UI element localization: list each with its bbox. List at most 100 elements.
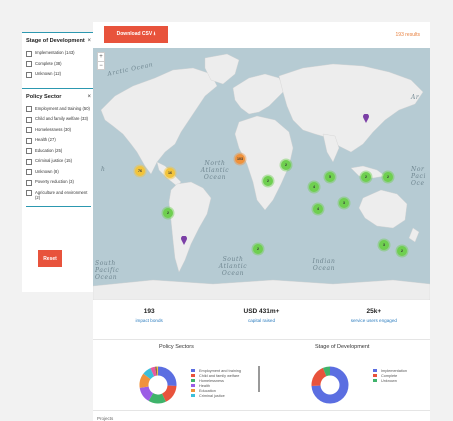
ocean-label: South Pacific Ocean [95,260,120,281]
donut-slice-unknown[interactable] [322,366,331,377]
close-icon[interactable]: × [87,93,91,102]
map-cluster[interactable]: 2 [163,208,173,218]
checkbox[interactable] [26,106,32,112]
map-cluster[interactable]: 2 [361,172,371,182]
stat-value: 25k+ [366,308,382,315]
sector-option-criminal-justice[interactable]: Criminal justice (15) [26,158,91,165]
sector-option-child-family[interactable]: Child and family welfare (33) [26,116,91,123]
stat-service-users: 25k+ service users engaged [318,302,430,339]
legend-scrollbar[interactable] [258,366,260,392]
map-cluster[interactable]: 2 [397,246,407,256]
donut-slice-employment-and-training[interactable] [157,366,177,387]
checkbox[interactable] [26,61,32,67]
sector-option-employment[interactable]: Employment and training (50) [26,105,91,112]
stat-label: capital raised [247,318,276,323]
map-cluster[interactable]: 16 [165,168,175,178]
checkbox[interactable] [26,190,32,196]
option-label: Unknown (12) [35,71,62,76]
ocean-label: North Atlantic Ocean [200,160,230,181]
donut-slice-health[interactable] [139,385,154,401]
stat-impact-bonds: 193 impact bonds [93,302,205,339]
legend-label: Complete [381,373,398,378]
option-label: Child and family welfare (33) [35,116,89,121]
sector-filter-title: Policy Sector [26,93,62,100]
map-cluster[interactable]: 3 [339,198,349,208]
map-cluster[interactable]: 5 [325,172,335,182]
reset-button[interactable]: Reset [38,250,62,267]
legend-swatch [191,389,195,392]
projects-label: Projects [97,416,114,421]
sector-option-education[interactable]: Education (25) [26,147,91,154]
legend-swatch [373,374,377,377]
map-cluster[interactable]: 103 [235,154,245,164]
donut-slice-education[interactable] [139,373,151,388]
legend-item: Criminal justice [191,393,241,398]
land-north-america [100,67,218,175]
land-asia [278,63,424,153]
main-panel: Download CSV ⭳ 193 results + − Arctic Oc… [93,22,430,421]
sector-option-poverty[interactable]: Poverty reduction (3) [26,179,91,186]
legend-label: Health [199,383,210,388]
checkbox[interactable] [26,127,32,133]
checkbox[interactable] [26,158,32,165]
stage-donut-chart[interactable] [309,364,351,406]
land-europe [232,73,286,115]
map-cluster[interactable]: 2 [263,176,273,186]
option-label: Health (27) [35,137,56,142]
stat-value: USD 431m+ [243,308,280,315]
donut-slice-unknown[interactable] [150,366,157,377]
close-icon[interactable]: × [87,37,91,46]
donut-slice-homelessness[interactable] [148,392,166,404]
map-cluster[interactable]: 76 [135,166,145,176]
option-label: Education (25) [35,147,63,153]
checkbox[interactable] [26,169,32,175]
checkbox[interactable] [26,71,32,78]
map-pin-icon[interactable] [181,236,187,245]
map-cluster[interactable]: 2 [383,172,393,182]
donut-slice-child-and-family-welfare[interactable] [161,385,177,402]
legend-label: Criminal justice [199,393,225,398]
option-label: Homelessness (30) [35,126,72,132]
land-australia [358,189,408,229]
divider [26,205,91,207]
charts-row: Policy Sectors Employment and training C… [93,342,430,412]
stage-option-implementation[interactable]: Implementation (143) [26,50,91,57]
stat-capital-raised: USD 431m+ capital raised [205,302,317,339]
stage-chart-title: Stage of Development [315,344,370,350]
sector-option-health[interactable]: Health (27) [26,137,91,144]
map-cluster[interactable]: 2 [253,244,263,254]
legend-label: Unknown [381,378,397,383]
checkbox[interactable] [26,50,32,57]
projects-section: Projects [93,410,430,421]
stage-legend: Implementation Complete Unknown [373,368,407,383]
policy-legend: Employment and training Child and family… [191,368,241,398]
sector-option-agriculture[interactable]: Agriculture and environment (2) [26,190,91,200]
stage-option-complete[interactable]: Complete (38) [26,61,91,67]
stage-filter-title: Stage of Development [26,38,85,44]
checkbox[interactable] [26,148,32,154]
world-map[interactable]: + − Arctic Ocean Ar North Atlantic Ocean… [93,48,430,300]
option-label: Agriculture and environment (2) [35,189,88,200]
zoom-out-button[interactable]: − [98,61,104,69]
download-csv-button[interactable]: Download CSV ⭳ [104,26,168,43]
checkbox[interactable] [26,179,32,186]
donut-slice-criminal-justice[interactable] [143,368,155,380]
map-cluster[interactable]: 4 [309,182,319,192]
map-cluster[interactable]: 2 [281,160,291,170]
sector-option-homelessness[interactable]: Homelessness (30) [26,126,91,133]
ocean-label: Indian Ocean [312,258,336,272]
stat-label: impact bonds [135,318,163,323]
policy-donut-chart[interactable] [137,364,179,406]
map-cluster[interactable]: 3 [379,240,389,250]
checkbox[interactable] [26,116,32,123]
stage-option-unknown[interactable]: Unknown (12) [26,71,91,78]
option-label: Employment and training (50) [35,105,90,111]
donut-slice-complete[interactable] [311,367,327,387]
legend-swatch [191,369,195,372]
map-cluster[interactable]: 4 [313,204,323,214]
zoom-in-button[interactable]: + [98,53,104,61]
legend-item: Unknown [373,378,407,383]
sector-option-unknown[interactable]: Unknown (8) [26,169,91,175]
checkbox[interactable] [26,137,32,144]
map-pin-icon[interactable] [363,114,369,123]
